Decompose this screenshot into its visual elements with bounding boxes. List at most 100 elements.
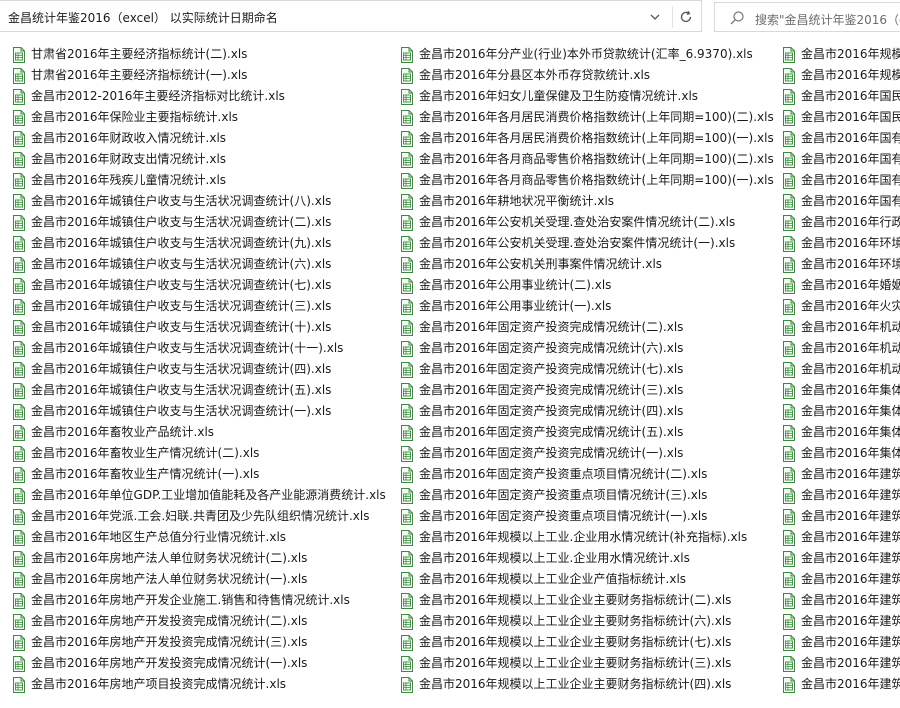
file-item[interactable]: 金昌市2016年固定资产投资完成情况统计(六).xls — [400, 338, 683, 359]
file-item[interactable]: 金昌市2016年单位GDP.工业增加值能耗及各产业能源消费统计.xls — [12, 485, 386, 506]
file-item[interactable]: 金昌市2016年集体 — [782, 380, 900, 401]
file-item[interactable]: 金昌市2016年环境 — [782, 233, 900, 254]
file-item[interactable]: 金昌市2016年固定资产投资重点项目情况统计(一).xls — [400, 506, 707, 527]
file-item[interactable]: 金昌市2016年畜牧业生产情况统计(二).xls — [12, 443, 259, 464]
file-item[interactable]: 金昌市2016年房地产法人单位财务状况统计(一).xls — [12, 569, 307, 590]
file-item[interactable]: 金昌市2016年公安机关刑事案件情况统计.xls — [400, 254, 662, 275]
file-item[interactable]: 金昌市2016年建筑 — [782, 569, 900, 590]
file-item[interactable]: 金昌市2016年房地产开发企业施工.销售和待售情况统计.xls — [12, 590, 350, 611]
file-item[interactable]: 金昌市2016年耕地状况平衡统计.xls — [400, 191, 614, 212]
file-item[interactable]: 金昌市2016年火灾 — [782, 296, 900, 317]
file-item[interactable]: 金昌市2016年固定资产投资完成情况统计(一).xls — [400, 443, 683, 464]
file-item[interactable]: 金昌市2016年房地产开发投资完成情况统计(一).xls — [12, 653, 307, 674]
file-item[interactable]: 金昌市2016年分产业(行业)本外币贷款统计(汇率_6.9370).xls — [400, 44, 753, 65]
file-item[interactable]: 金昌市2016年公安机关受理.查处治安案件情况统计(一).xls — [400, 233, 735, 254]
file-item[interactable]: 金昌市2016年城镇住户收支与生活状况调查统计(十).xls — [12, 317, 331, 338]
file-item[interactable]: 金昌市2016年地区生产总值分行业情况统计.xls — [12, 527, 286, 548]
file-item[interactable]: 甘肃省2016年主要经济指标统计(一).xls — [12, 65, 247, 86]
file-item[interactable]: 金昌市2016年财政收入情况统计.xls — [12, 128, 226, 149]
file-item[interactable]: 金昌市2016年建筑 — [782, 590, 900, 611]
file-item[interactable]: 金昌市2016年城镇住户收支与生活状况调查统计(十一).xls — [12, 338, 343, 359]
file-item[interactable]: 金昌市2016年婚姻 — [782, 275, 900, 296]
file-item[interactable]: 金昌市2016年固定资产投资完成情况统计(五).xls — [400, 422, 683, 443]
file-item[interactable]: 金昌市2016年残疾儿童情况统计.xls — [12, 170, 226, 191]
file-item[interactable]: 金昌市2016年公安机关受理.查处治安案件情况统计(二).xls — [400, 212, 735, 233]
file-item[interactable]: 金昌市2016年规模 — [782, 44, 900, 65]
file-item[interactable]: 金昌市2016年各月居民消费价格指数统计(上年同期=100)(一).xls — [400, 128, 774, 149]
file-item[interactable]: 金昌市2016年国民 — [782, 107, 900, 128]
file-item[interactable]: 金昌市2016年公用事业统计(一).xls — [400, 296, 611, 317]
file-item[interactable]: 金昌市2016年国有 — [782, 170, 900, 191]
file-item[interactable]: 金昌市2016年规模以上工业企业主要财务指标统计(三).xls — [400, 653, 731, 674]
file-item[interactable]: 金昌市2016年国民 — [782, 86, 900, 107]
file-item[interactable]: 金昌市2016年固定资产投资完成情况统计(二).xls — [400, 317, 683, 338]
file-item[interactable]: 金昌市2016年建筑 — [782, 632, 900, 653]
file-item[interactable]: 金昌市2016年规模以上工业企业主要财务指标统计(七).xls — [400, 632, 731, 653]
excel-file-icon — [12, 214, 26, 231]
file-item[interactable]: 金昌市2016年建筑 — [782, 485, 900, 506]
file-item[interactable]: 金昌市2016年城镇住户收支与生活状况调查统计(五).xls — [12, 380, 331, 401]
search-input[interactable]: 搜索"金昌统计年鉴2016（excel） 以实际统计日期命名" — [755, 11, 900, 28]
file-item[interactable]: 金昌市2016年各月居民消费价格指数统计(上年同期=100)(二).xls — [400, 107, 774, 128]
file-item[interactable]: 金昌市2016年公用事业统计(二).xls — [400, 275, 611, 296]
file-item[interactable]: 金昌市2016年环境 — [782, 254, 900, 275]
file-item[interactable]: 金昌市2016年畜牧业生产情况统计(一).xls — [12, 464, 259, 485]
file-item[interactable]: 金昌市2016年城镇住户收支与生活状况调查统计(六).xls — [12, 254, 331, 275]
file-item[interactable]: 金昌市2016年党派.工会.妇联.共青团及少先队组织情况统计.xls — [12, 506, 370, 527]
file-item[interactable]: 金昌市2016年分县区本外币存贷款统计.xls — [400, 65, 650, 86]
file-item[interactable]: 金昌市2016年机动 — [782, 317, 900, 338]
file-item[interactable]: 金昌市2016年国有 — [782, 149, 900, 170]
address-path[interactable]: 金昌统计年鉴2016（excel） 以实际统计日期命名 — [8, 9, 278, 26]
file-item[interactable]: 甘肃省2016年主要经济指标统计(二).xls — [12, 44, 247, 65]
file-item[interactable]: 金昌市2016年集体 — [782, 422, 900, 443]
file-item[interactable]: 金昌市2016年城镇住户收支与生活状况调查统计(三).xls — [12, 296, 331, 317]
file-item[interactable]: 金昌市2016年畜牧业产品统计.xls — [12, 422, 214, 443]
file-item[interactable]: 金昌市2016年建筑 — [782, 527, 900, 548]
file-item[interactable]: 金昌市2016年建筑 — [782, 653, 900, 674]
file-item[interactable]: 金昌市2016年集体 — [782, 401, 900, 422]
file-item[interactable]: 金昌市2016年财政支出情况统计.xls — [12, 149, 226, 170]
file-item[interactable]: 金昌市2016年城镇住户收支与生活状况调查统计(八).xls — [12, 191, 331, 212]
file-item[interactable]: 金昌市2016年固定资产投资完成情况统计(七).xls — [400, 359, 683, 380]
file-item[interactable]: 金昌市2016年机动 — [782, 338, 900, 359]
file-item[interactable]: 金昌市2016年固定资产投资重点项目情况统计(三).xls — [400, 485, 707, 506]
file-item[interactable]: 金昌市2016年房地产开发投资完成情况统计(三).xls — [12, 632, 307, 653]
search-box[interactable]: 搜索"金昌统计年鉴2016（excel） 以实际统计日期命名" — [714, 2, 900, 32]
file-item[interactable]: 金昌市2016年城镇住户收支与生活状况调查统计(一).xls — [12, 401, 331, 422]
file-item[interactable]: 金昌市2016年行政 — [782, 212, 900, 233]
file-item[interactable]: 金昌市2016年规模以上工业.企业用水情况统计(补充指标).xls — [400, 527, 747, 548]
file-item[interactable]: 金昌市2016年房地产法人单位财务状况统计(二).xls — [12, 548, 307, 569]
file-item[interactable]: 金昌市2016年固定资产投资重点项目情况统计(二).xls — [400, 464, 707, 485]
file-item[interactable]: 金昌市2016年房地产开发投资完成情况统计(二).xls — [12, 611, 307, 632]
file-item[interactable]: 金昌市2016年国有 — [782, 128, 900, 149]
file-item[interactable]: 金昌市2016年妇女儿童保健及卫生防疫情况统计.xls — [400, 86, 698, 107]
file-item[interactable]: 金昌市2016年规模以上工业企业产值指标统计.xls — [400, 569, 686, 590]
file-item[interactable]: 金昌市2016年城镇住户收支与生活状况调查统计(二).xls — [12, 212, 331, 233]
file-item[interactable]: 金昌市2016年城镇住户收支与生活状况调查统计(四).xls — [12, 359, 331, 380]
file-item[interactable]: 金昌市2016年固定资产投资完成情况统计(四).xls — [400, 401, 683, 422]
file-item[interactable]: 金昌市2016年规模以上工业.企业用水情况统计.xls — [400, 548, 690, 569]
file-item[interactable]: 金昌市2016年保险业主要指标统计.xls — [12, 107, 238, 128]
file-item[interactable]: 金昌市2016年建筑 — [782, 548, 900, 569]
chevron-down-icon[interactable] — [644, 6, 666, 28]
file-item[interactable]: 金昌市2016年城镇住户收支与生活状况调查统计(九).xls — [12, 233, 331, 254]
file-item[interactable]: 金昌市2016年集体 — [782, 443, 900, 464]
file-item[interactable]: 金昌市2016年国有 — [782, 191, 900, 212]
file-item[interactable]: 金昌市2016年规模以上工业企业主要财务指标统计(二).xls — [400, 590, 731, 611]
file-item[interactable]: 金昌市2016年建筑 — [782, 674, 900, 695]
file-item[interactable]: 金昌市2016年各月商品零售价格指数统计(上年同期=100)(二).xls — [400, 149, 774, 170]
refresh-icon[interactable] — [672, 6, 699, 28]
file-item[interactable]: 金昌市2016年房地产项目投资完成情况统计.xls — [12, 674, 286, 695]
file-item[interactable]: 金昌市2016年建筑 — [782, 506, 900, 527]
file-item[interactable]: 金昌市2016年建筑 — [782, 611, 900, 632]
file-item[interactable]: 金昌市2012-2016年主要经济指标对比统计.xls — [12, 86, 285, 107]
file-item[interactable]: 金昌市2016年固定资产投资完成情况统计(三).xls — [400, 380, 683, 401]
file-item[interactable]: 金昌市2016年规模以上工业企业主要财务指标统计(四).xls — [400, 674, 731, 695]
file-item[interactable]: 金昌市2016年机动 — [782, 359, 900, 380]
file-item[interactable]: 金昌市2016年建筑 — [782, 464, 900, 485]
file-item[interactable]: 金昌市2016年城镇住户收支与生活状况调查统计(七).xls — [12, 275, 331, 296]
file-item[interactable]: 金昌市2016年规模 — [782, 65, 900, 86]
file-item[interactable]: 金昌市2016年规模以上工业企业主要财务指标统计(六).xls — [400, 611, 731, 632]
address-bar[interactable]: 金昌统计年鉴2016（excel） 以实际统计日期命名 — [0, 0, 702, 32]
file-item[interactable]: 金昌市2016年各月商品零售价格指数统计(上年同期=100)(一).xls — [400, 170, 774, 191]
